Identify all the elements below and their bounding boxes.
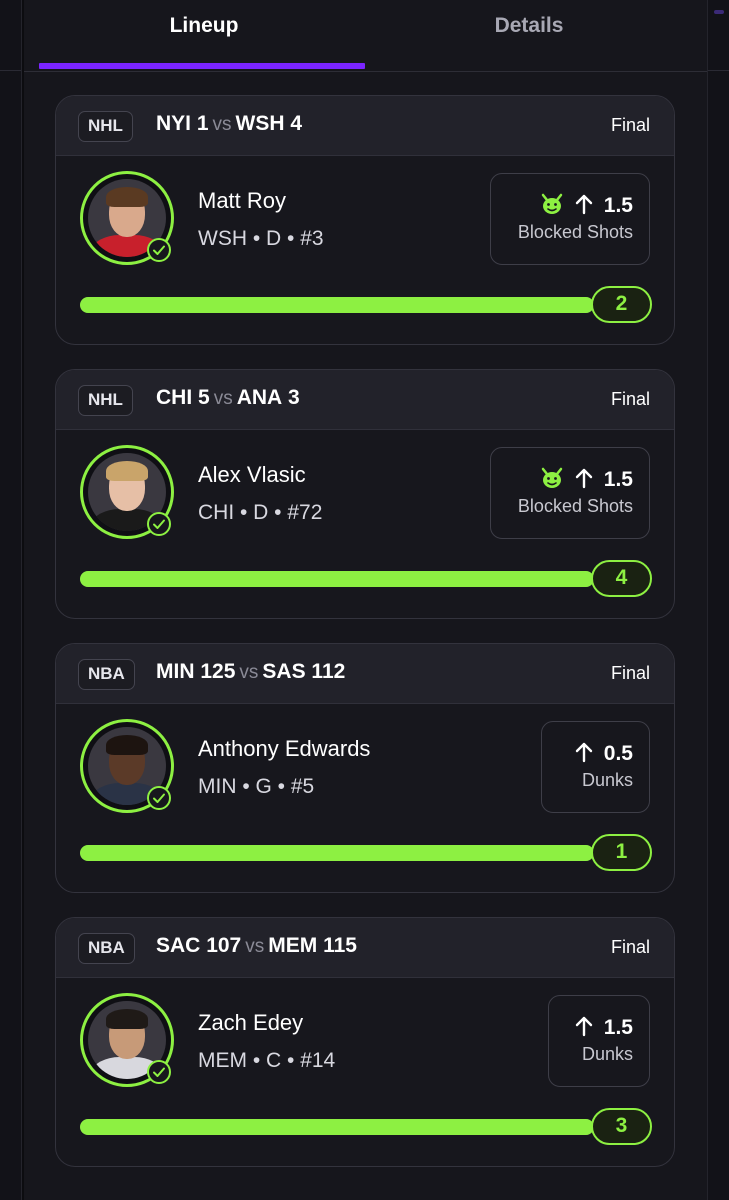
prop-stat: Blocked Shots [517,496,633,516]
game-score: CHI 5 vs ANA 3 [156,386,300,409]
game-status: Final [610,663,650,683]
result-count: 2 [591,286,652,323]
player-name: Matt Roy [198,188,287,213]
pick-card[interactable]: NBA SAC 107 vs MEM 115 Final Zach Edey MEM… [55,917,675,1167]
tab-bar: Lineup Details [24,0,707,72]
prop-stat: Dunks [581,1044,633,1064]
game-status: Final [610,389,650,409]
check-icon [147,786,171,810]
progress-bar [80,297,594,313]
game-status: Final [610,115,650,135]
progress-bar [80,571,594,587]
player-avatar [80,993,174,1087]
player-meta: WSH • D • #3 [198,227,324,250]
prop-line: 1.5 [603,194,633,217]
check-icon [147,512,171,536]
player-avatar [80,171,174,265]
demon-icon [540,193,564,220]
active-tab-indicator [39,63,365,69]
prop-line: 1.5 [603,1016,633,1039]
player-name: Zach Edey [198,1010,304,1035]
player-meta: CHI • D • #72 [198,501,323,524]
game-score: NYI 1 vs WSH 4 [156,112,303,135]
pick-card[interactable]: NHL CHI 5 vs ANA 3 Final Alex Vlasic CHI •… [55,369,675,619]
prop-line-box: 1.5 Blocked Shots [490,447,650,539]
game-header: NBA SAC 107 vs MEM 115 Final [56,918,674,978]
game-header: NHL NYI 1 vs WSH 4 Final [56,96,674,156]
prop-stat: Blocked Shots [517,222,633,242]
prop-line-box: 1.5 Dunks [548,995,650,1087]
check-icon [147,238,171,262]
prop-line-box: 1.5 Blocked Shots [490,173,650,265]
progress-bar [80,1119,594,1135]
prop-line: 0.5 [603,742,633,765]
prop-stat: Dunks [581,770,633,790]
demon-icon [540,467,564,494]
lineup-panel: Lineup Details NHL NYI 1vsWSH 4 Final [24,0,707,1200]
player-meta: MIN • G • #5 [198,775,315,798]
result-count: 3 [591,1108,652,1145]
player-avatar [80,445,174,539]
check-icon [147,1060,171,1084]
league-badge: NBA [78,659,135,690]
pick-card[interactable]: NBA MIN 125 vs SAS 112 Final Anthony Edwar… [55,643,675,893]
game-header: NBA MIN 125 vs SAS 112 Final [56,644,674,704]
game-score: MIN 125 vs SAS 112 [156,660,346,683]
league-badge: NHL [78,111,133,142]
game-score: SAC 107 vs MEM 115 [156,934,357,957]
result-count: 4 [591,560,652,597]
arrow-up-icon [574,467,594,494]
arrow-up-icon [574,1015,594,1042]
player-name: Alex Vlasic [198,462,306,487]
progress-bar [80,845,594,861]
result-count: 1 [591,834,652,871]
player-avatar [80,719,174,813]
tab-lineup[interactable]: Lineup [39,0,369,70]
arrow-up-icon [574,193,594,220]
arrow-up-icon [574,741,594,768]
prop-line: 1.5 [603,468,633,491]
right-edge-panel [707,0,729,1200]
prop-line-box: 0.5 Dunks [541,721,650,813]
pick-card[interactable]: NHL NYI 1 vs WSH 4 Final Matt Roy WSH • D … [55,95,675,345]
player-name: Anthony Edwards [198,736,371,761]
app-frame: Lineup Details NHL NYI 1vsWSH 4 Final [0,0,729,1200]
game-status: Final [610,937,650,957]
left-edge-panel [0,0,22,1200]
player-meta: MEM • C • #14 [198,1049,336,1072]
league-badge: NBA [78,933,135,964]
tab-details[interactable]: Details [364,0,694,70]
game-header: NHL CHI 5 vs ANA 3 Final [56,370,674,430]
league-badge: NHL [78,385,133,416]
